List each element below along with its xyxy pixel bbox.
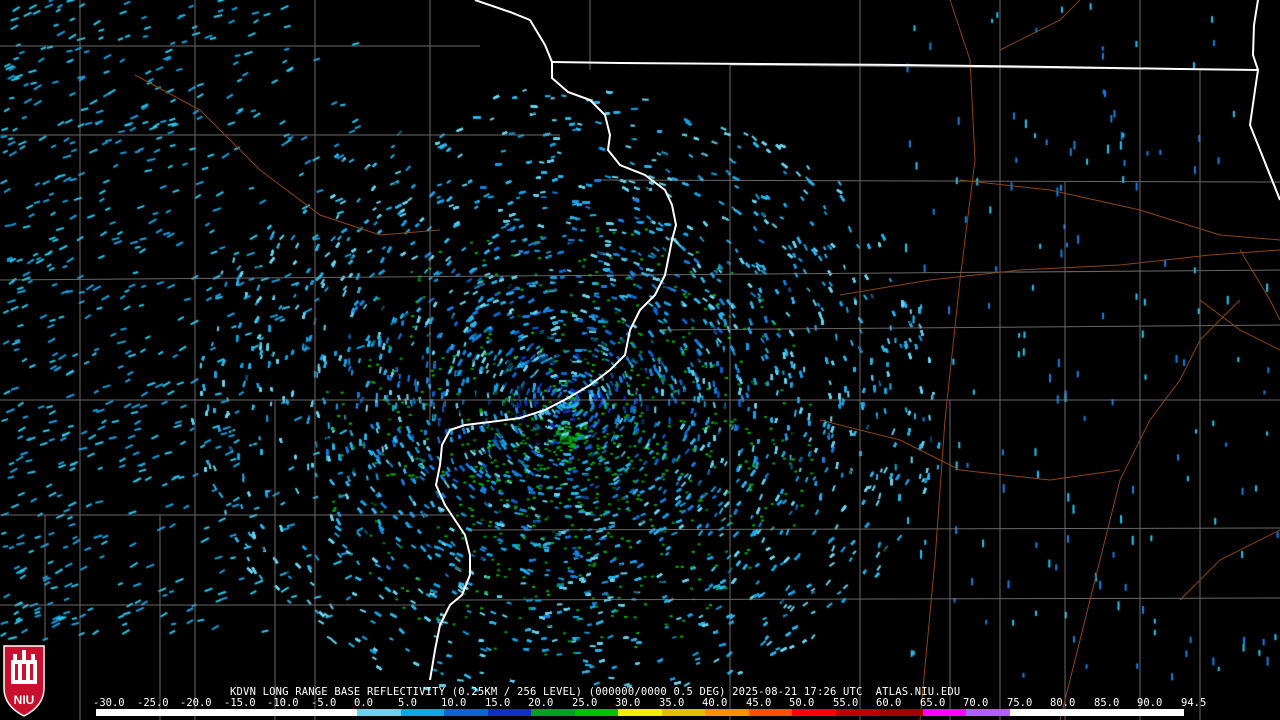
colorbar-segment [835,709,880,716]
scale-label: 35.0 [659,697,685,709]
scale-label: -25.0 [137,697,169,709]
scale-label: 90.0 [1137,697,1163,709]
colorbar-segment [966,709,1010,716]
colorbar-segment [270,709,314,716]
scale-label: 15.0 [485,697,511,709]
colorbar-segment [1140,709,1184,716]
scale-label: 10.0 [441,697,467,709]
colorbar-segment [879,709,923,716]
scale-label: 65.0 [920,697,946,709]
colorbar-segment [661,709,706,716]
scale-label: 20.0 [528,697,554,709]
niu-logo: NIU [3,645,45,717]
colorbar-segment [96,709,140,716]
colorbar-segment [618,709,662,716]
colorbar-segment [444,709,488,716]
colorbar-segment [574,709,619,716]
scale-label: -10.0 [267,697,299,709]
scale-label: 80.0 [1050,697,1076,709]
scale-label: 5.0 [398,697,417,709]
colorbar-segment [748,709,793,716]
radar-reflectivity-map [0,0,1280,720]
colorbar-segment [1053,709,1097,716]
scale-label: 60.0 [876,697,902,709]
scale-label: 0.0 [354,697,373,709]
scale-label: 40.0 [702,697,728,709]
colorbar-segment [705,709,749,716]
scale-label: 50.0 [789,697,815,709]
colorbar-segment [1009,709,1054,716]
scale-label: -5.0 [311,697,337,709]
scale-label: 55.0 [833,697,859,709]
scale-label: 70.0 [963,697,989,709]
reflectivity-scale-labels: -30.0 -25.0 -20.0 -15.0 -10.0 -5.0 0.0 5.0 10.0 1… [93,697,1206,709]
colorbar-segment [1096,709,1141,716]
scale-label: 85.0 [1094,697,1120,709]
colorbar-segment [487,709,532,716]
scale-label: 75.0 [1007,697,1033,709]
colorbar-segment [183,709,227,716]
scale-label: -20.0 [180,697,212,709]
scale-label: -30.0 [93,697,125,709]
logo-text: NIU [14,693,35,707]
colorbar-segment [792,709,836,716]
scale-label: 25.0 [572,697,598,709]
scale-label: -15.0 [224,697,256,709]
reflectivity-colorbar [96,709,1184,716]
colorbar-segment [357,709,401,716]
colorbar-segment [313,709,358,716]
colorbar-segment [400,709,445,716]
scale-label: 30.0 [615,697,641,709]
colorbar-segment [922,709,967,716]
scale-label: 45.0 [746,697,772,709]
colorbar-segment [226,709,271,716]
scale-label: 94.5 [1181,697,1207,709]
colorbar-segment [139,709,184,716]
colorbar-segment [531,709,575,716]
